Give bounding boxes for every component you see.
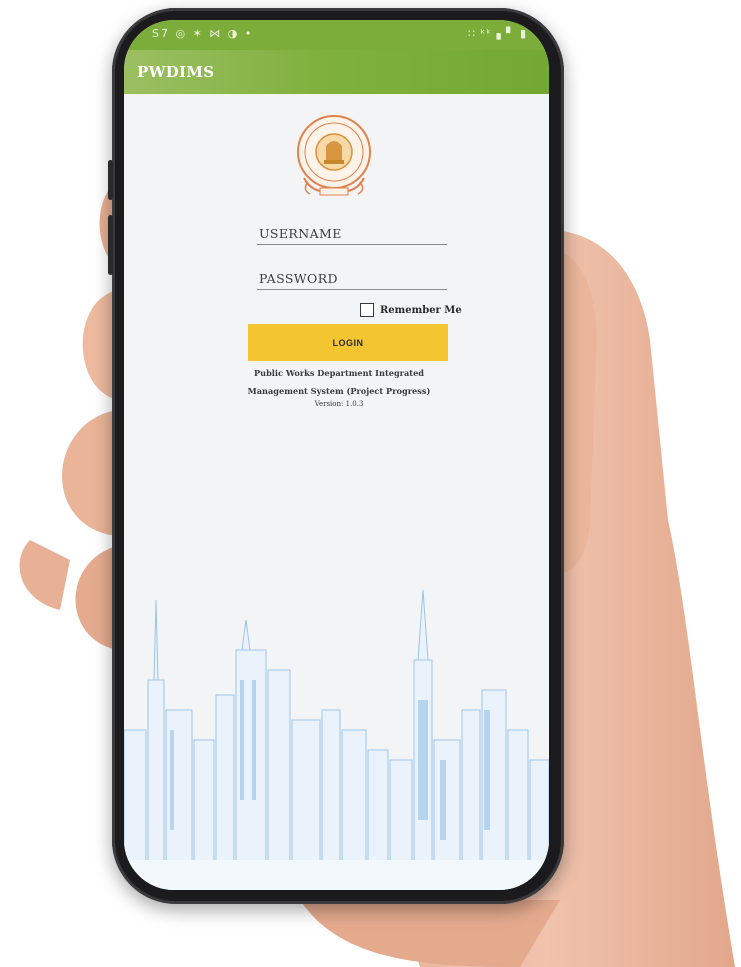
password-field[interactable]: PASSWORD xyxy=(257,265,447,290)
status-bar: S7 ◎ ✶ ⋈ ◑ • ∷ ᵏᵏ ▖▘ ▮ xyxy=(124,20,549,50)
state-emblem-logo xyxy=(297,115,371,196)
login-button[interactable]: LOGIN xyxy=(248,324,448,361)
app-description-line1: Public Works Department Integrated xyxy=(253,368,425,378)
phone-screen: S7 ◎ ✶ ⋈ ◑ • ∷ ᵏᵏ ▖▘ ▮ PWDIMS USERNAME P… xyxy=(124,20,549,890)
remember-me-label: Remember Me xyxy=(380,304,462,316)
city-skyline-illustration xyxy=(124,590,549,890)
volume-button xyxy=(108,160,113,200)
app-title: PWDIMS xyxy=(137,63,215,81)
remember-me-row[interactable]: Remember Me xyxy=(360,302,462,318)
password-placeholder: PASSWORD xyxy=(259,271,338,286)
username-field[interactable]: USERNAME xyxy=(257,220,447,245)
version-label: Version: 1.0.3 xyxy=(314,400,364,408)
status-icons-right: ∷ ᵏᵏ ▖▘ ▮ xyxy=(468,27,527,40)
username-placeholder: USERNAME xyxy=(259,226,342,241)
status-icons-left: S7 ◎ ✶ ⋈ ◑ • xyxy=(152,27,254,40)
app-description-line2: Management System (Project Progress) xyxy=(247,386,431,396)
login-button-label: LOGIN xyxy=(332,337,364,348)
volume-button-lower xyxy=(108,215,113,275)
checkbox-icon[interactable] xyxy=(360,303,374,317)
app-bar: PWDIMS xyxy=(124,50,549,94)
